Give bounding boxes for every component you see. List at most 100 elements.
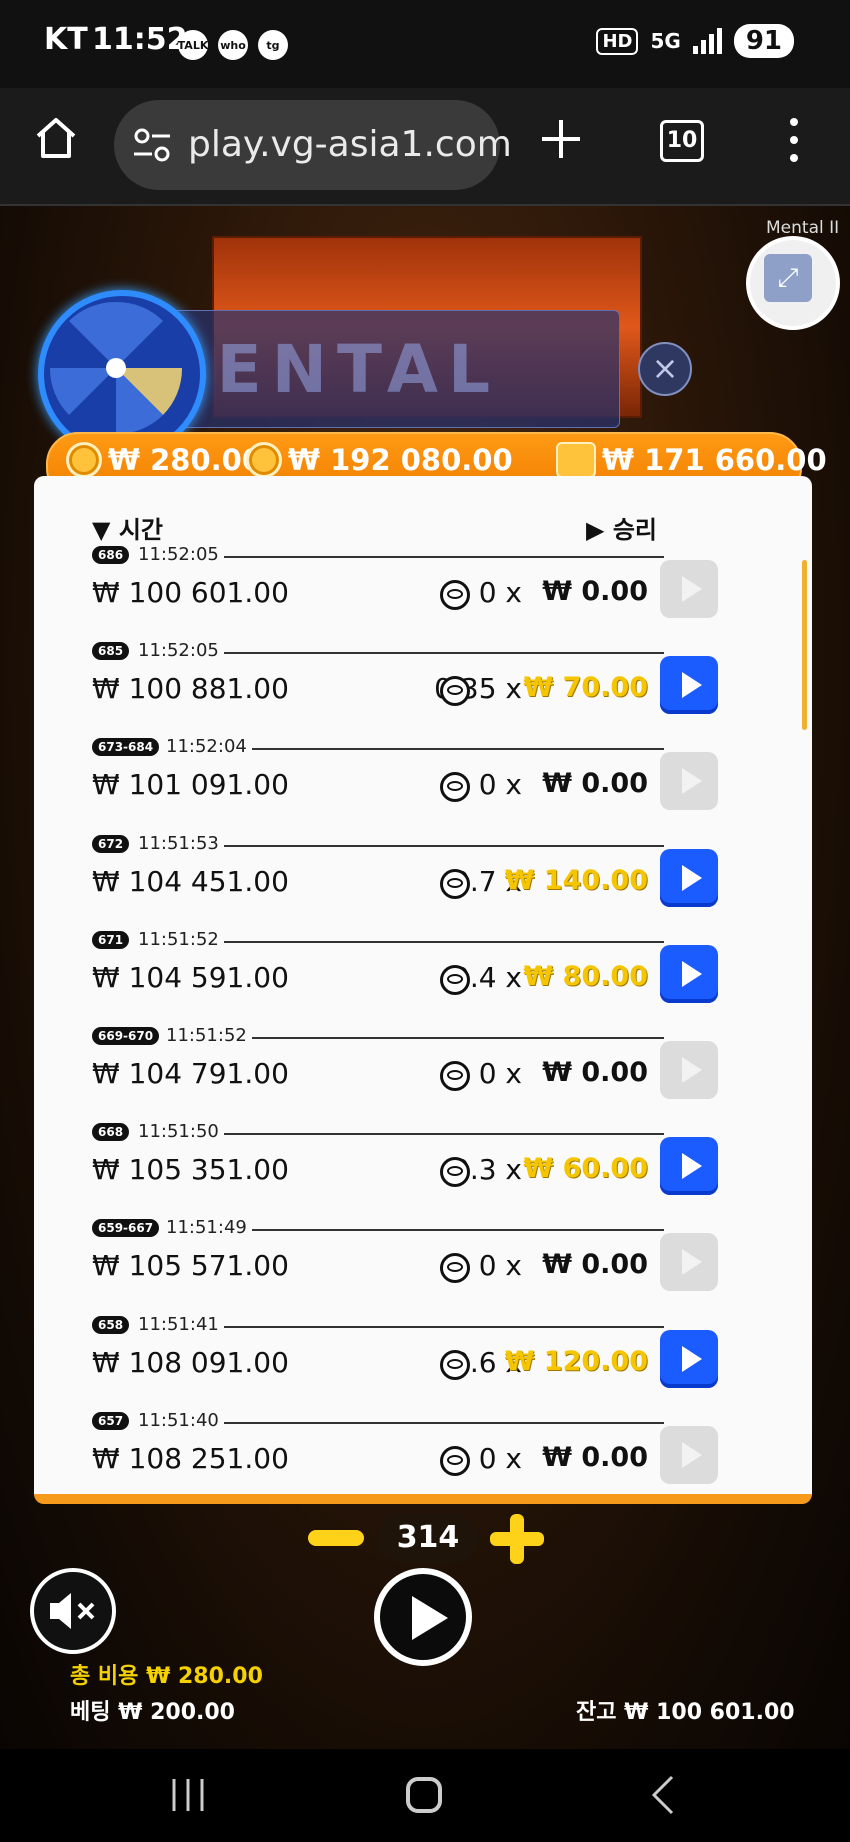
coin-icon	[440, 580, 470, 610]
total-bet-value: ₩ 280.00	[108, 443, 262, 477]
row-divider	[224, 1325, 664, 1328]
round-badge: 659-667	[92, 1219, 160, 1238]
round-win: ₩ 120.00	[504, 1345, 648, 1377]
round-badge: 686	[92, 546, 130, 564]
replay-button[interactable]	[660, 656, 718, 715]
balance-value: ₩ 100 601.00	[624, 1700, 795, 1725]
round-win: ₩ 0.00	[542, 1249, 648, 1281]
round-win: ₩ 60.00	[523, 1153, 648, 1185]
browser-toolbar: play.vg-asia1.com 10	[0, 88, 850, 206]
network-type: 5G	[650, 29, 681, 53]
round-badge: 685	[92, 642, 130, 661]
round-time: 11:51:50	[138, 1121, 219, 1143]
round-time: 11:51:52	[166, 1025, 247, 1046]
home-button[interactable]	[406, 1777, 442, 1813]
round-balance: ₩ 104 591.00	[92, 960, 289, 994]
round-win: ₩ 0.00	[542, 1441, 648, 1473]
hd-voice-icon: HD	[596, 27, 639, 55]
coin-icon	[66, 442, 102, 478]
round-badge: 668	[92, 1123, 130, 1142]
coin-icon	[440, 1253, 470, 1284]
history-scrollbar[interactable]	[802, 560, 807, 730]
round-balance: ₩ 105 351.00	[92, 1153, 289, 1187]
new-tab-icon[interactable]	[540, 118, 582, 160]
replay-button[interactable]	[660, 1329, 718, 1388]
round-badge: 672	[92, 834, 130, 853]
notification-icons: TALK who tg	[178, 30, 288, 60]
close-banner-button[interactable]: ×	[638, 342, 692, 396]
bet-amount: 베팅 ₩ 200.00	[70, 1694, 235, 1726]
spin-button[interactable]	[374, 1568, 472, 1666]
system-indicators: HD 5G 91	[596, 24, 794, 58]
round-win: ₩ 0.00	[542, 768, 648, 800]
system-navigation-bar	[0, 1749, 850, 1842]
round-multiplier: 0 x	[478, 576, 522, 609]
round-balance: ₩ 104 791.00	[92, 1057, 289, 1090]
row-divider	[252, 748, 664, 751]
kakaotalk-icon: TALK	[178, 30, 208, 60]
history-row: 659-667 11:51:49 ₩ 105 571.00 0 x ₩ 0.00	[92, 1217, 792, 1313]
total-cost: 총 비용 ₩ 280.00	[70, 1658, 263, 1690]
history-row: 673-684 11:52:04 ₩ 101 091.00 0 x ₩ 0.00	[92, 736, 792, 832]
coin-icon	[246, 442, 282, 478]
round-balance: ₩ 104 451.00	[92, 864, 289, 898]
total-bet-stat: ₩ 280.00	[66, 442, 262, 478]
signal-icon	[692, 28, 722, 54]
balance: 잔고 ₩ 100 601.00	[576, 1694, 795, 1726]
fullscreen-button[interactable]: ⤢	[746, 236, 840, 330]
coin-icon	[440, 676, 470, 707]
status-bar: KT 11:52 TALK who tg HD 5G 91	[0, 0, 850, 88]
more-menu-icon[interactable]	[782, 116, 806, 164]
round-time: 11:51:41	[138, 1313, 219, 1335]
site-settings-icon[interactable]	[132, 126, 172, 164]
history-row: 685 11:52:05 ₩ 100 881.00 0.35 x ₩ 70.00	[92, 640, 792, 736]
game-canvas: MENTAL × Mental II ⤢ ₩ 280.00 ₩ 192 080.…	[0, 206, 850, 1749]
replay-button	[660, 1041, 718, 1099]
round-time: 11:51:53	[138, 832, 219, 854]
history-panel: ▼ 시간 ▶ 승리 686 11:52:05 ₩ 100 601.00 0 x ₩ 0.…	[34, 476, 812, 1504]
sort-by-win-header[interactable]: ▶ 승리	[586, 510, 657, 545]
round-win: ₩ 80.00	[523, 960, 648, 992]
replay-button[interactable]	[660, 848, 718, 907]
round-time: 11:51:40	[138, 1409, 219, 1431]
telegram-icon: tg	[258, 30, 288, 60]
round-time: 11:52:05	[138, 640, 219, 662]
back-icon[interactable]	[648, 1775, 678, 1815]
balance-label: 잔고	[576, 1700, 617, 1725]
fullscreen-icon: ⤢	[764, 254, 812, 302]
history-row: 671 11:51:52 ₩ 104 591.00 0.4 x ₩ 80.00	[92, 929, 792, 1025]
round-badge: 658	[92, 1315, 130, 1334]
recent-apps-icon[interactable]	[170, 1777, 206, 1813]
replay-button	[660, 1233, 718, 1292]
round-win: ₩ 0.00	[542, 1057, 648, 1088]
address-bar[interactable]: play.vg-asia1.com	[114, 100, 512, 190]
round-badge: 669-670	[92, 1027, 160, 1045]
round-time: 11:51:49	[166, 1217, 247, 1239]
clock: 11:52	[92, 22, 188, 57]
increase-bet-button[interactable]	[490, 1514, 544, 1564]
replay-button[interactable]	[660, 944, 718, 1003]
row-divider	[252, 1229, 664, 1232]
round-multiplier: 0 x	[478, 768, 522, 802]
sound-muted-icon[interactable]	[30, 1568, 116, 1654]
tab-switcher-button[interactable]: 10	[660, 120, 704, 162]
url-text[interactable]: play.vg-asia1.com	[188, 124, 512, 165]
replay-button[interactable]	[660, 1137, 718, 1196]
history-row: 669-670 11:51:52 ₩ 104 791.00 0 x ₩ 0.00	[92, 1025, 792, 1121]
home-icon[interactable]	[32, 114, 80, 162]
wallet-icon	[556, 442, 596, 478]
bet-level-value: 314	[378, 1514, 478, 1562]
win-header-label: 승리	[612, 516, 657, 544]
round-time: 11:52:05	[138, 544, 219, 565]
round-badge: 657	[92, 1411, 130, 1430]
replay-button	[660, 1425, 718, 1484]
round-multiplier: 0 x	[478, 1249, 522, 1283]
wallet-value: ₩ 171 660.00	[602, 443, 827, 477]
replay-button	[660, 560, 718, 618]
sort-by-time-header[interactable]: ▼ 시간	[92, 510, 163, 545]
decrease-bet-button[interactable]	[308, 1530, 364, 1546]
history-row: 668 11:51:50 ₩ 105 351.00 0.3 x ₩ 60.00	[92, 1121, 792, 1217]
round-win: ₩ 140.00	[504, 864, 648, 896]
coin-icon	[440, 1157, 470, 1188]
row-divider	[224, 556, 664, 558]
